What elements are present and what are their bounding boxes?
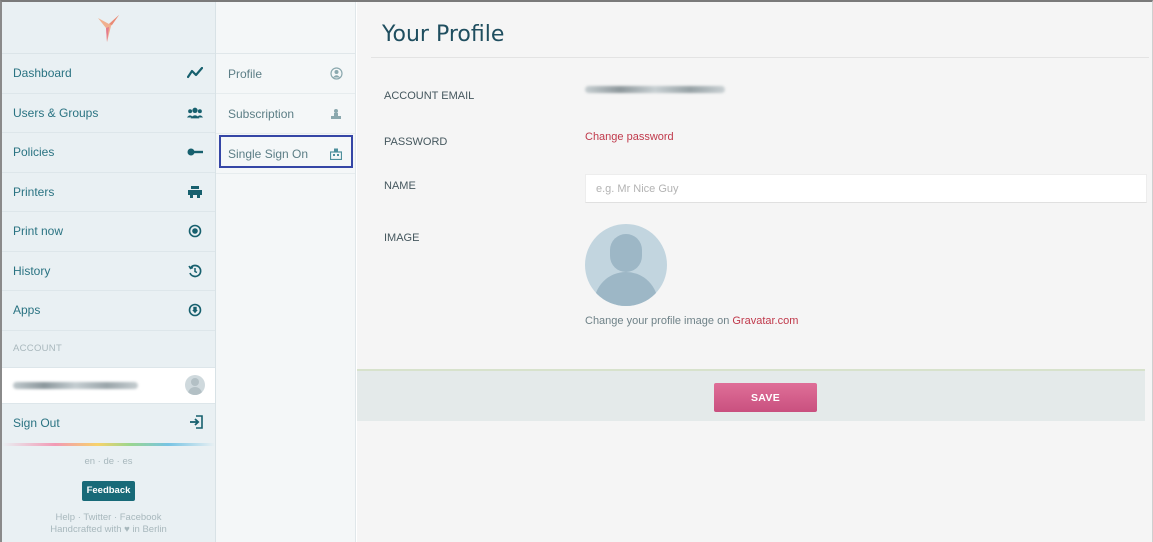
account-email-value-redacted — [585, 86, 725, 93]
users-icon — [187, 105, 203, 121]
nav-item-history[interactable]: History — [2, 252, 215, 291]
avatar-head-shape — [610, 234, 642, 272]
nav-item-label: History — [13, 263, 51, 278]
save-bar: SAVE — [357, 369, 1145, 421]
subnav-item-label: Subscription — [228, 106, 295, 121]
change-password-link[interactable]: Change password — [585, 131, 674, 143]
subnav-header — [216, 2, 355, 54]
subnav-item-subscription[interactable]: Subscription — [216, 94, 355, 134]
sign-out-label: Sign Out — [13, 416, 60, 430]
account-avatar — [185, 375, 205, 395]
subnav-item-profile[interactable]: Profile — [216, 54, 355, 94]
nav-item-policies[interactable]: Policies — [2, 133, 215, 173]
printer-icon — [187, 184, 203, 200]
sign-out-icon — [189, 414, 203, 432]
avatar-body-shape — [594, 272, 658, 306]
subnav-item-label: Single Sign On — [228, 146, 309, 161]
profile-main: Your Profile ACCOUNT EMAIL PASSWORD Chan… — [357, 2, 1152, 542]
sidebar: Dashboard Users & Groups Policies Printe… — [2, 2, 216, 542]
nav-item-label: Print now — [13, 224, 64, 239]
account-row[interactable] — [2, 366, 215, 404]
password-label: PASSWORD — [384, 136, 448, 148]
gravatar-hint-text: Change your profile image on — [585, 315, 733, 327]
account-email-label: ACCOUNT EMAIL — [384, 90, 475, 102]
save-button[interactable]: SAVE — [714, 383, 817, 412]
account-section-label: ACCOUNT — [13, 343, 63, 354]
nav-item-apps[interactable]: Apps — [2, 291, 215, 331]
print-now-icon — [187, 223, 203, 239]
language-links[interactable]: en · de · es — [2, 456, 215, 468]
nav-item-dashboard[interactable]: Dashboard — [2, 54, 215, 94]
hummingbird-logo-icon — [97, 14, 119, 42]
sidebar-footer: en · de · es Feedback Help · Twitter · F… — [2, 446, 215, 536]
gravatar-hint: Change your profile image on Gravatar.co… — [585, 315, 798, 327]
key-icon — [187, 144, 203, 160]
footer-credit: Handcrafted with ♥ in Berlin — [50, 523, 167, 535]
nav-item-label: Dashboard — [13, 66, 72, 81]
nav-item-label: Printers — [13, 184, 55, 199]
feedback-button[interactable]: Feedback — [81, 480, 136, 501]
name-input[interactable] — [585, 174, 1147, 203]
nav-item-label: Policies — [13, 145, 55, 160]
apps-icon — [187, 302, 203, 318]
history-icon — [187, 263, 203, 279]
title-divider — [371, 57, 1149, 58]
activity-icon — [187, 65, 203, 81]
image-label: IMAGE — [384, 232, 420, 244]
page-title: Your Profile — [382, 22, 505, 47]
nav-item-label: Apps — [13, 303, 41, 318]
subscription-icon — [329, 107, 343, 121]
nav-item-users-groups[interactable]: Users & Groups — [2, 94, 215, 133]
logo[interactable] — [2, 2, 215, 54]
nav-item-label: Users & Groups — [13, 105, 99, 120]
profile-subnav: Profile Subscription Single Sign On — [216, 2, 356, 542]
gravatar-link[interactable]: Gravatar.com — [732, 315, 798, 327]
nav-item-print-now[interactable]: Print now — [2, 212, 215, 252]
nav-item-printers[interactable]: Printers — [2, 173, 215, 212]
account-email-redacted — [13, 381, 138, 389]
sso-icon — [329, 147, 343, 161]
footer-links[interactable]: Help · Twitter · Facebook — [2, 512, 215, 524]
sign-out-button[interactable]: Sign Out — [2, 404, 215, 443]
subnav-item-label: Profile — [228, 66, 263, 81]
name-label: NAME — [384, 180, 416, 192]
subnav-item-single-sign-on[interactable]: Single Sign On — [216, 134, 355, 174]
profile-avatar — [585, 224, 667, 306]
user-circle-icon — [329, 67, 343, 81]
